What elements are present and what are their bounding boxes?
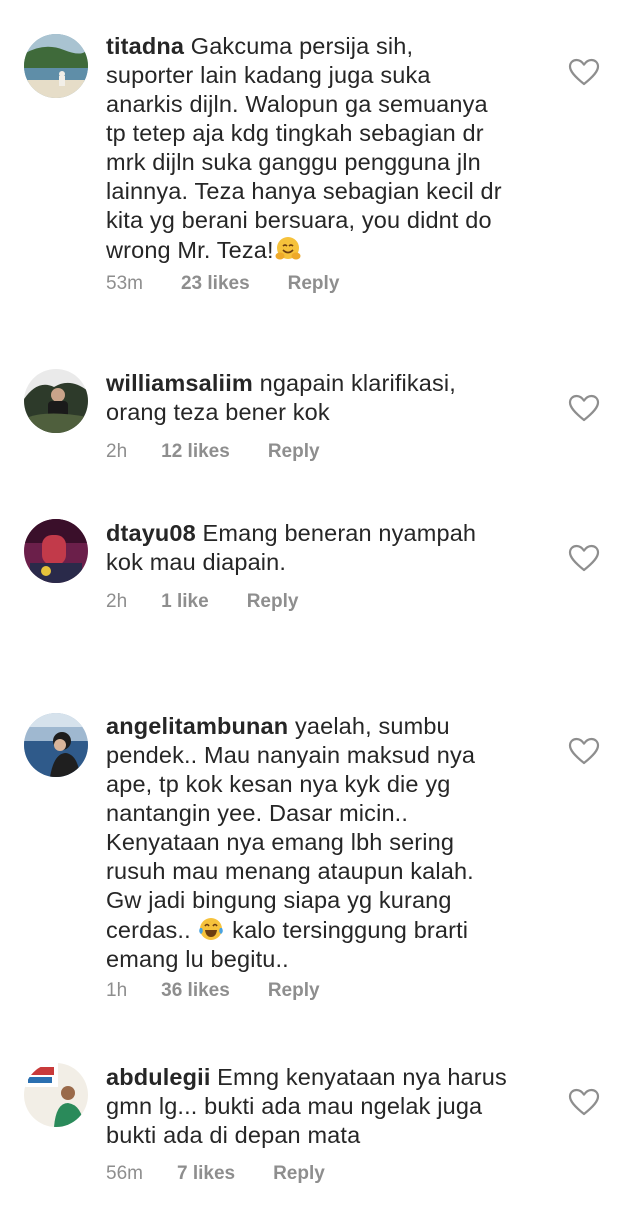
avatar[interactable] — [24, 519, 88, 583]
comment-username[interactable]: dtayu08 — [106, 520, 196, 546]
comment-meta: 2h 12 likes Reply — [106, 441, 320, 463]
comment-likes[interactable]: 36 likes — [161, 980, 230, 1002]
avatar[interactable] — [24, 34, 88, 98]
reply-button[interactable]: Reply — [288, 273, 340, 295]
hugging-face-emoji-icon — [275, 237, 301, 260]
avatar-image — [24, 519, 88, 583]
comment-text: abdulegii Emng kenyataan nya harus gmn l… — [106, 1063, 536, 1150]
reply-button[interactable]: Reply — [268, 441, 320, 463]
avatar-image — [24, 369, 88, 433]
like-heart-icon[interactable] — [568, 58, 600, 86]
avatar-image — [24, 713, 88, 777]
comment-username[interactable]: titadna — [106, 33, 184, 59]
comment-time: 2h — [106, 441, 128, 462]
comment-body: Gakcuma persija sih, suporter lain kadan… — [106, 33, 502, 263]
comment-time: 56m — [106, 1163, 143, 1184]
like-heart-icon[interactable] — [568, 394, 600, 422]
reply-button[interactable]: Reply — [273, 1163, 325, 1185]
like-heart-icon[interactable] — [568, 737, 600, 765]
avatar[interactable] — [24, 713, 88, 777]
avatar[interactable] — [24, 369, 88, 433]
comment-text: dtayu08 Emang beneran nyampah kok mau di… — [106, 519, 536, 577]
avatar-image — [24, 1063, 88, 1127]
tears-of-joy-emoji-icon — [199, 918, 224, 940]
comment-meta: 2h 1 like Reply — [106, 591, 298, 613]
comment-text: titadna Gakcuma persija sih, suporter la… — [106, 32, 536, 265]
avatar-image — [24, 34, 88, 98]
comment-likes[interactable]: 23 likes — [181, 273, 250, 295]
comment-time: 1h — [106, 980, 128, 1001]
comment-username[interactable]: angelitambunan — [106, 713, 288, 739]
comment-likes[interactable]: 12 likes — [161, 441, 230, 463]
comment-username[interactable]: abdulegii — [106, 1064, 211, 1090]
comment-meta: 53m 23 likes Reply — [106, 273, 339, 295]
comment-time: 2h — [106, 591, 128, 612]
comment-time: 53m — [106, 273, 143, 294]
comment-meta: 1h 36 likes Reply — [106, 980, 320, 1002]
comment-username[interactable]: williamsaliim — [106, 370, 253, 396]
comment-likes[interactable]: 7 likes — [177, 1163, 235, 1185]
comment-text: williamsaliim ngapain klarifikasi, orang… — [106, 369, 536, 427]
reply-button[interactable]: Reply — [247, 591, 299, 613]
comment-text: angelitambunan yaelah, sumbu pendek.. Ma… — [106, 712, 536, 974]
comment-body: yaelah, sumbu pendek.. Mau nanyain maksu… — [106, 713, 476, 943]
comment-likes[interactable]: 1 like — [161, 591, 209, 613]
avatar[interactable] — [24, 1063, 88, 1127]
comment-meta: 56m 7 likes Reply — [106, 1163, 325, 1185]
like-heart-icon[interactable] — [568, 544, 600, 572]
reply-button[interactable]: Reply — [268, 980, 320, 1002]
like-heart-icon[interactable] — [568, 1088, 600, 1116]
